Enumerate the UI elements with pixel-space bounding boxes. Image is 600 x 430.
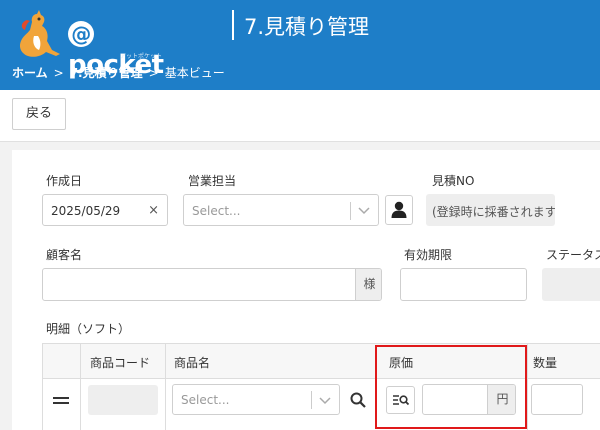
status-label: ステータス bbox=[546, 248, 600, 262]
product-name-select[interactable]: Select... bbox=[172, 384, 340, 415]
breadcrumb-separator: > bbox=[53, 66, 64, 80]
breadcrumb-current: 基本ビュー bbox=[164, 66, 225, 80]
sales-rep-label: 営業担当 bbox=[188, 174, 237, 188]
app-header: @pocket アットポケット 7.見積り管理 ホーム >7.見積り管理 > 基本ビュ… bbox=[0, 0, 600, 90]
clear-date-icon[interactable]: × bbox=[148, 203, 159, 218]
title-divider bbox=[232, 10, 234, 40]
cost-column-highlight bbox=[375, 345, 527, 429]
app-logo[interactable]: @pocket アットポケット bbox=[8, 6, 178, 80]
product-search-button[interactable] bbox=[344, 386, 372, 414]
breadcrumb-separator: > bbox=[148, 66, 159, 80]
sales-rep-select[interactable]: Select... bbox=[183, 194, 379, 226]
created-date-field[interactable]: 2025/05/29 × bbox=[42, 194, 168, 226]
chevron-down-icon bbox=[358, 207, 370, 215]
created-date-label: 作成日 bbox=[46, 174, 83, 188]
page-title: 7.見積り管理 bbox=[244, 15, 370, 39]
toolbar: 戻る bbox=[0, 90, 600, 142]
search-icon bbox=[350, 392, 366, 408]
back-button[interactable]: 戻る bbox=[12, 98, 66, 130]
customer-field[interactable]: 様 bbox=[42, 268, 382, 301]
select-divider bbox=[311, 391, 312, 409]
detail-section-title: 明細（ソフト） bbox=[46, 322, 131, 336]
quantity-input[interactable] bbox=[531, 384, 583, 415]
customer-label: 顧客名 bbox=[46, 248, 83, 262]
kangaroo-mascot-icon bbox=[19, 10, 60, 57]
breadcrumb-home[interactable]: ホーム bbox=[12, 66, 48, 80]
logo-subtext: アットポケット bbox=[120, 53, 163, 60]
status-field[interactable] bbox=[542, 268, 600, 301]
product-name-placeholder: Select... bbox=[181, 393, 230, 407]
column-header-quantity: 数量 bbox=[533, 356, 558, 370]
chevron-down-icon bbox=[319, 397, 331, 405]
column-header-product-name: 商品名 bbox=[174, 356, 211, 370]
column-divider bbox=[42, 343, 43, 430]
breadcrumb: ホーム >7.見積り管理 > 基本ビュー bbox=[12, 64, 231, 81]
customer-suffix: 様 bbox=[355, 269, 381, 300]
column-divider bbox=[165, 343, 166, 430]
product-code-field bbox=[88, 385, 158, 415]
valid-until-field[interactable] bbox=[400, 268, 527, 301]
column-header-product-code: 商品コード bbox=[90, 356, 151, 370]
breadcrumb-section[interactable]: 7.見積り管理 bbox=[70, 66, 143, 80]
quote-no-value: (登録時に採番されます bbox=[432, 205, 555, 219]
user-picker-button[interactable] bbox=[385, 195, 413, 225]
user-icon bbox=[391, 201, 407, 218]
drag-handle-icon[interactable] bbox=[53, 396, 69, 406]
select-divider bbox=[350, 202, 351, 220]
quote-no-field: (登録時に採番されます bbox=[426, 194, 555, 226]
column-divider bbox=[527, 343, 528, 430]
created-date-value: 2025/05/29 bbox=[51, 204, 121, 218]
valid-until-label: 有効期限 bbox=[404, 248, 453, 262]
column-divider bbox=[80, 343, 81, 430]
sales-rep-placeholder: Select... bbox=[192, 204, 241, 218]
quote-no-label: 見積NO bbox=[432, 174, 475, 188]
